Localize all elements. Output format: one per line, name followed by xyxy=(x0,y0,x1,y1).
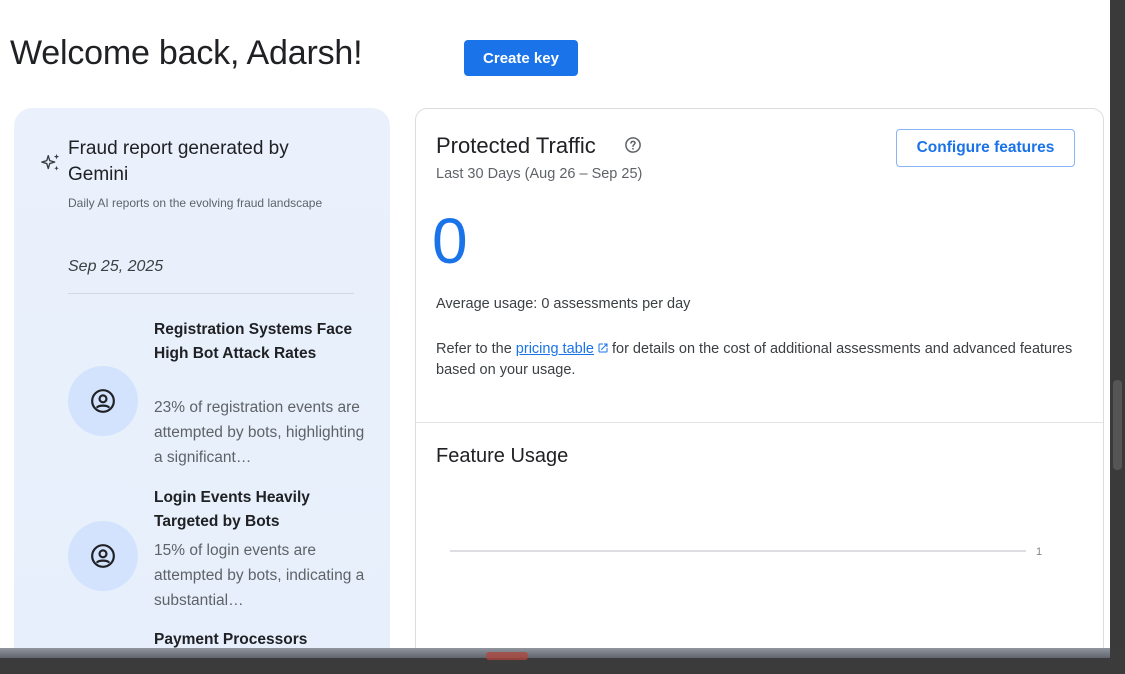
report-title: Fraud report generated by Gemini xyxy=(68,138,289,185)
average-usage: Average usage: 0 assessments per day xyxy=(436,296,691,312)
insight-title[interactable]: Registration Systems Face High Bot Attac… xyxy=(154,318,364,366)
insight-description: 23% of registration events are attempted… xyxy=(154,399,365,466)
pricing-note: Refer to the pricing table for details on… xyxy=(436,339,1076,381)
page-title: Welcome back, Adarsh! xyxy=(10,34,363,72)
section-divider xyxy=(416,422,1103,423)
pricing-table-link[interactable]: pricing table xyxy=(516,341,594,357)
help-icon[interactable] xyxy=(624,136,642,154)
taskbar-indicator xyxy=(486,652,528,660)
external-link-icon xyxy=(598,343,608,353)
feature-usage-chart: 1 xyxy=(450,546,1042,558)
sparkle-icon xyxy=(41,153,60,171)
insight-avatar xyxy=(68,521,138,591)
insight-title[interactable]: Login Events Heavily Targeted by Bots xyxy=(154,486,364,534)
configure-features-button[interactable]: Configure features xyxy=(896,129,1075,167)
insight-avatar xyxy=(68,366,138,436)
report-divider xyxy=(68,293,354,294)
axis-tick-label: 1 xyxy=(1036,546,1042,558)
traffic-title: Protected Traffic xyxy=(436,133,596,158)
scrollbar-thumb[interactable] xyxy=(1113,380,1122,470)
face-icon xyxy=(91,389,115,413)
date-range: Last 30 Days (Aug 26 – Sep 25) xyxy=(436,166,643,182)
protected-traffic-count: 0 xyxy=(432,205,468,277)
pricing-prefix: Refer to the xyxy=(436,341,512,357)
window-frame-bottom xyxy=(0,648,1125,674)
taskbar-highlight xyxy=(0,648,1110,658)
report-date: Sep 25, 2025 xyxy=(68,258,164,275)
report-subtitle: Daily AI reports on the evolving fraud l… xyxy=(68,196,323,210)
window-frame-right xyxy=(1110,0,1125,674)
insight-description: 15% of login events are attempted by bot… xyxy=(154,542,365,609)
feature-usage-title: Feature Usage xyxy=(436,445,569,467)
fraud-report-card: Fraud report generated by Gemini Daily A… xyxy=(14,108,390,668)
protected-traffic-card: Protected Traffic Last 30 Days (Aug 26 –… xyxy=(415,108,1104,668)
create-key-button[interactable]: Create key xyxy=(464,40,578,76)
face-icon xyxy=(91,544,115,568)
